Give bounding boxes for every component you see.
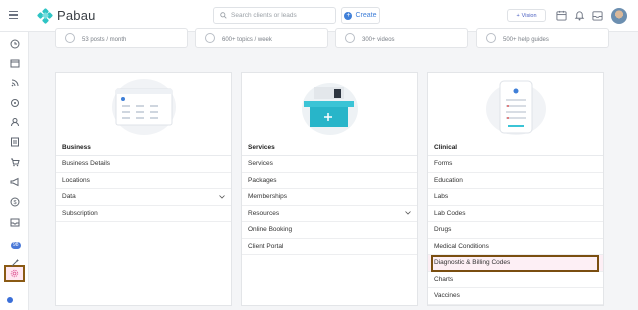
list-item-label: Services bbox=[248, 160, 273, 168]
info-card-blog[interactable]: 53 posts / month bbox=[55, 28, 188, 48]
list-item-label: Diagnostic & Billing Codes bbox=[434, 259, 511, 267]
list-item[interactable]: Lab Codes bbox=[428, 206, 603, 222]
cart-icon[interactable] bbox=[9, 156, 20, 167]
help-icon bbox=[486, 33, 496, 43]
list-item-label: Lab Codes bbox=[434, 209, 466, 217]
inbox-icon[interactable] bbox=[592, 10, 603, 21]
list-item-label: Packages bbox=[248, 176, 277, 184]
list-item[interactable]: Packages bbox=[242, 173, 417, 189]
app-logo[interactable]: Pabau bbox=[36, 7, 96, 24]
notification-badge: 98 bbox=[11, 242, 21, 249]
info-card-text: 53 posts / month bbox=[82, 37, 127, 43]
services-illustration bbox=[242, 73, 417, 141]
megaphone-icon[interactable] bbox=[9, 176, 20, 187]
plus-icon: + bbox=[344, 11, 353, 20]
list-item[interactable]: Forms bbox=[428, 156, 603, 173]
list-item[interactable]: Education bbox=[428, 173, 603, 189]
search-icon bbox=[220, 12, 227, 19]
list-item[interactable]: Memberships bbox=[242, 189, 417, 206]
info-card-text: 500+ help guides bbox=[503, 37, 549, 43]
video-icon bbox=[345, 33, 355, 43]
list-item[interactable]: Online Booking bbox=[242, 222, 417, 239]
list-item-label: Labs bbox=[434, 193, 449, 201]
search-input[interactable]: Search clients or leads bbox=[213, 7, 336, 24]
ledger-icon[interactable] bbox=[9, 136, 20, 147]
blog-icon bbox=[65, 33, 75, 43]
create-button[interactable]: + Create bbox=[341, 7, 380, 24]
business-illustration bbox=[56, 73, 231, 141]
magic-wand-icon[interactable] bbox=[9, 257, 20, 268]
target-icon[interactable] bbox=[9, 97, 20, 108]
list-item[interactable]: Vaccines bbox=[428, 288, 603, 305]
panel-title: Business bbox=[62, 144, 91, 151]
list-item-label: Resources bbox=[248, 209, 280, 217]
clinical-illustration bbox=[428, 73, 603, 141]
list-item[interactable]: Medical Conditions bbox=[428, 239, 603, 255]
list-item[interactable]: Data bbox=[56, 189, 231, 206]
chat-icon[interactable] bbox=[7, 297, 13, 303]
list-item-label: Data bbox=[62, 193, 76, 201]
logo-mark-icon bbox=[36, 7, 54, 24]
user-icon[interactable] bbox=[9, 116, 20, 127]
vision-button[interactable]: + Vision bbox=[507, 9, 546, 22]
list-item[interactable]: Business Details bbox=[56, 156, 231, 173]
panel-title: Clinical bbox=[434, 144, 458, 151]
bell-icon[interactable] bbox=[574, 10, 585, 21]
list-item-label: Business Details bbox=[62, 160, 111, 168]
list-item-label: Client Portal bbox=[248, 242, 284, 250]
clock-icon[interactable] bbox=[9, 38, 20, 49]
panel-title: Services bbox=[248, 144, 275, 151]
list-item[interactable]: Services bbox=[242, 156, 417, 173]
list-item[interactable]: Locations bbox=[56, 173, 231, 189]
search-placeholder: Search clients or leads bbox=[231, 12, 297, 19]
hamburger-menu-icon[interactable] bbox=[9, 11, 18, 20]
list-item-label: Forms bbox=[434, 160, 453, 168]
app-name: Pabau bbox=[57, 8, 96, 23]
list-item-label: Education bbox=[434, 176, 463, 184]
plus-icon: + bbox=[516, 12, 520, 19]
inbox-icon[interactable] bbox=[9, 216, 20, 227]
list-item-label: Locations bbox=[62, 176, 90, 184]
rss-icon[interactable] bbox=[9, 77, 20, 88]
dollar-icon[interactable]: $ bbox=[9, 196, 20, 207]
list-item-label: Vaccines bbox=[434, 292, 460, 300]
list-item-label: Subscription bbox=[62, 209, 98, 217]
list-item-label: Memberships bbox=[248, 193, 288, 201]
list-item[interactable]: Subscription bbox=[56, 206, 231, 222]
create-label: Create bbox=[355, 12, 377, 19]
chevron-down-icon bbox=[219, 194, 225, 199]
business-panel: Business Business Details Locations Data… bbox=[55, 72, 232, 306]
list-item-label: Online Booking bbox=[248, 226, 293, 234]
info-card-text: 600+ topics / week bbox=[222, 37, 272, 43]
chevron-down-icon bbox=[405, 211, 411, 215]
list-item[interactable]: Resources bbox=[242, 206, 417, 222]
list-item[interactable]: Drugs bbox=[428, 222, 603, 239]
community-icon bbox=[205, 33, 215, 43]
vision-label: Vision bbox=[521, 12, 537, 19]
user-avatar[interactable] bbox=[611, 8, 627, 24]
list-item-label: Drugs bbox=[434, 226, 452, 234]
calendar-icon[interactable] bbox=[9, 57, 20, 68]
info-card-help[interactable]: 500+ help guides bbox=[476, 28, 609, 48]
services-panel: Services Services Packages Memberships R… bbox=[241, 72, 418, 306]
sidebar: $ 98 bbox=[0, 32, 29, 310]
info-card-text: 300+ videos bbox=[362, 37, 395, 43]
calendar-icon[interactable] bbox=[556, 10, 567, 21]
list-item-label: Charts bbox=[434, 275, 454, 283]
info-card-videos[interactable]: 300+ videos bbox=[335, 28, 468, 48]
settings-icon bbox=[10, 269, 19, 278]
clinical-panel: Clinical Forms Education Labs Lab Codes … bbox=[427, 72, 604, 306]
list-item[interactable]: Charts bbox=[428, 272, 603, 288]
info-card-community[interactable]: 600+ topics / week bbox=[195, 28, 328, 48]
list-item[interactable]: Labs bbox=[428, 189, 603, 206]
list-item-label: Medical Conditions bbox=[434, 242, 489, 250]
diagnostic-billing-codes-item[interactable]: Diagnostic & Billing Codes bbox=[428, 255, 603, 272]
svg-text:$: $ bbox=[13, 200, 16, 206]
list-item[interactable]: Client Portal bbox=[242, 239, 417, 255]
